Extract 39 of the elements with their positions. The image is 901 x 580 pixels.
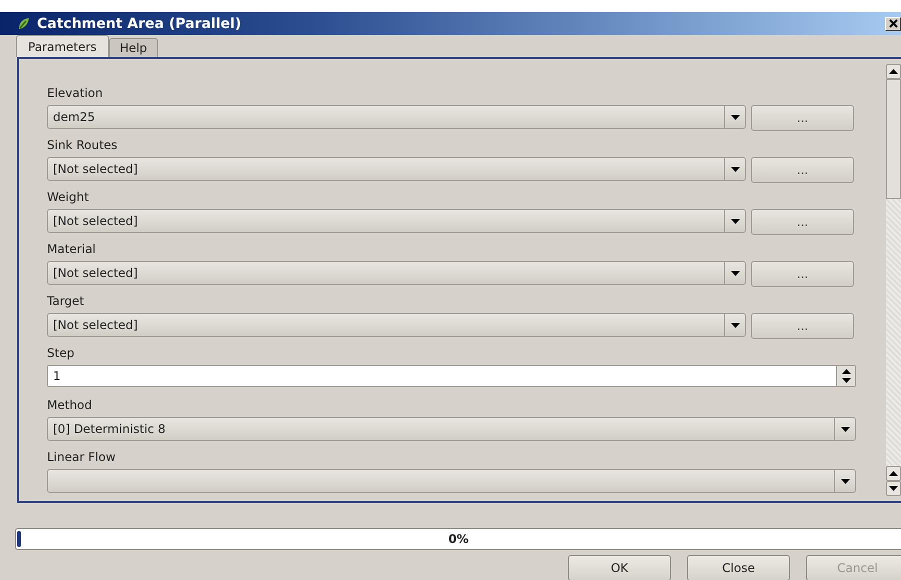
tab[interactable]: Parameters bbox=[16, 35, 109, 57]
browse-button[interactable]: ... bbox=[751, 261, 854, 288]
layer-dropdown[interactable]: dem25 bbox=[47, 105, 746, 130]
dropdown-arrow-icon bbox=[730, 270, 740, 276]
browse-button[interactable]: ... bbox=[751, 313, 854, 340]
layer-dropdown[interactable]: [Not selected] bbox=[47, 313, 746, 338]
scroll-up-icon[interactable] bbox=[889, 471, 898, 476]
dropdown-arrow-icon bbox=[730, 166, 740, 172]
scroll-down-icon[interactable] bbox=[889, 486, 898, 491]
browse-button[interactable]: ... bbox=[751, 157, 854, 184]
dialog-button[interactable]: OK bbox=[568, 555, 671, 580]
window-title: Catchment Area (Parallel) bbox=[37, 16, 242, 32]
dropdown-arrow-icon bbox=[840, 426, 850, 432]
close-icon[interactable] bbox=[885, 16, 901, 30]
spinner-arrows-icon bbox=[842, 369, 850, 384]
browse-button[interactable]: ... bbox=[751, 105, 854, 132]
layer-dropdown[interactable]: [Not selected] bbox=[47, 261, 746, 286]
choice-dropdown[interactable]: [0] Deterministic 8 bbox=[47, 417, 856, 442]
dialog-button[interactable]: Close bbox=[687, 555, 790, 580]
parameter-label: Elevation bbox=[47, 85, 104, 102]
parameter-label: Method bbox=[47, 397, 94, 414]
dropdown-arrow-icon bbox=[840, 478, 850, 484]
layer-dropdown[interactable]: [Not selected] bbox=[47, 157, 746, 182]
parameter-label: Sink Routes bbox=[47, 137, 118, 154]
tab[interactable]: Help bbox=[108, 38, 158, 57]
parameter-label: Material bbox=[47, 241, 97, 258]
browse-button[interactable]: ... bbox=[751, 209, 854, 236]
parameter-label: Linear Flow bbox=[47, 449, 117, 466]
parameter-label: Weight bbox=[47, 189, 90, 206]
scroll-up-icon[interactable] bbox=[889, 69, 898, 74]
leaf-icon bbox=[17, 16, 31, 30]
dropdown-arrow-icon bbox=[730, 114, 740, 120]
progress-percent: 0% bbox=[448, 532, 469, 546]
layer-dropdown[interactable]: [Not selected] bbox=[47, 209, 746, 234]
parameter-label: Step bbox=[47, 345, 76, 362]
parameter-label: Target bbox=[47, 293, 86, 310]
dropdown-arrow-icon bbox=[730, 322, 740, 328]
dropdown-arrow-icon bbox=[730, 218, 740, 224]
step-spinbox[interactable]: 1 bbox=[47, 365, 856, 388]
